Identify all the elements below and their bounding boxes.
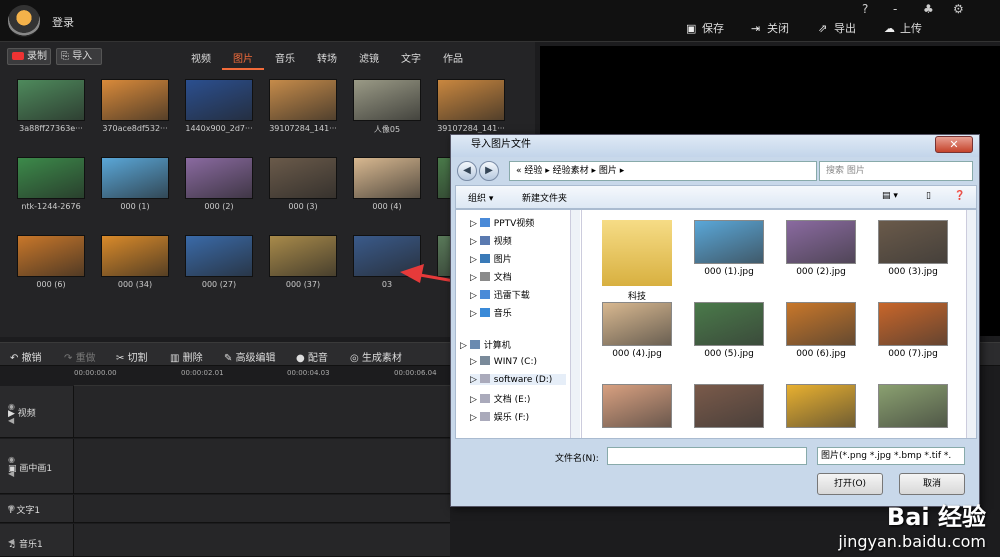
organize-button[interactable]: 组织 ▾: [468, 191, 493, 204]
tree-item-label: 计算机: [483, 341, 511, 351]
folder-item[interactable]: 科技: [592, 220, 682, 302]
file-thumbnail: [786, 302, 856, 346]
dialog-toolbar: 组织 ▾ 新建文件夹 ▤ ▾ ▯ ❓: [455, 185, 977, 209]
folder-icon: [602, 220, 672, 286]
file-item[interactable]: 000 (5).jpg: [684, 302, 774, 359]
file-name: 科技: [627, 292, 646, 302]
watermark: Bai 经验 jingyan.baidu.com: [838, 503, 986, 551]
file-item[interactable]: 000 (4).jpg: [592, 302, 682, 359]
file-thumbnail: [694, 384, 764, 428]
folder-icon: [479, 412, 490, 421]
tree-item[interactable]: ▷ PPTV视频: [470, 216, 534, 229]
files-scrollbar[interactable]: [966, 210, 976, 438]
new-folder-button[interactable]: 新建文件夹: [522, 191, 567, 204]
help-icon[interactable]: ❓: [954, 191, 965, 201]
file-item[interactable]: 000 (7).jpg: [868, 302, 958, 359]
folder-icon: [469, 340, 480, 349]
search-input[interactable]: 搜索 图片: [819, 161, 973, 181]
file-item[interactable]: 000 (3).jpg: [868, 220, 958, 277]
tree-item-label: 娱乐 (F:): [493, 413, 530, 423]
dialog-body: ▷ PPTV视频 ▷ 视频 ▷ 图片 ▷ 文档 ▷ 迅雷下载 ▷ 音乐 ▷ 计算机 ▷ WIN…: [455, 209, 977, 439]
file-thumbnail: [602, 384, 672, 428]
dialog-close-button[interactable]: ✕: [935, 136, 973, 153]
file-thumbnail: [694, 220, 764, 264]
file-name: 000 (4).jpg: [612, 349, 662, 359]
dialog-nav-row: ◀ ▶ « 经验 ▸ 经验素材 ▸ 图片 ▸ 搜索 图片: [455, 159, 977, 183]
folder-icon: [479, 236, 490, 245]
tree-item-label: WIN7 (C:): [493, 357, 538, 367]
cancel-button[interactable]: 取消: [899, 473, 965, 495]
file-thumbnail: [694, 302, 764, 346]
file-item[interactable]: 000 (1).jpg: [684, 220, 774, 277]
tree-item[interactable]: ▷ 音乐: [470, 306, 512, 319]
file-thumbnail: [878, 384, 948, 428]
view-icon[interactable]: ▤ ▾: [882, 191, 898, 201]
file-name: 000 (7).jpg: [888, 349, 938, 359]
dialog-title: 导入图片文件: [451, 135, 979, 157]
tree-item[interactable]: ▷ 视频: [470, 234, 512, 247]
tree-item-label: 文档 (E:): [493, 395, 531, 405]
address-bar[interactable]: « 经验 ▸ 经验素材 ▸ 图片 ▸: [509, 161, 817, 181]
filename-input[interactable]: [607, 447, 807, 465]
file-thumbnail: [602, 302, 672, 346]
file-item[interactable]: [684, 384, 774, 431]
folder-icon: [479, 394, 490, 403]
file-thumbnail: [786, 220, 856, 264]
file-name: 000 (5).jpg: [704, 349, 754, 359]
folder-icon: [479, 356, 490, 365]
open-button[interactable]: 打开(O): [817, 473, 883, 495]
file-thumbnail: [878, 220, 948, 264]
forward-icon[interactable]: ▶: [479, 161, 499, 181]
tree-item-label: 视频: [493, 237, 512, 247]
tree-item[interactable]: ▷ 计算机: [460, 338, 511, 351]
filename-label: 文件名(N):: [555, 454, 599, 464]
import-image-dialog: 导入图片文件 ✕ ◀ ▶ « 经验 ▸ 经验素材 ▸ 图片 ▸ 搜索 图片 组织…: [450, 134, 980, 507]
file-item[interactable]: [776, 384, 866, 431]
file-item[interactable]: 000 (6).jpg: [776, 302, 866, 359]
tree-item-label: software (D:): [493, 375, 553, 385]
folder-icon: [479, 290, 490, 299]
tree-item[interactable]: ▷ WIN7 (C:): [470, 356, 537, 367]
folder-icon: [479, 308, 490, 317]
folder-icon: [479, 272, 490, 281]
file-item[interactable]: [592, 384, 682, 431]
file-thumbnail: [786, 384, 856, 428]
tree-item[interactable]: ▷ 文档 (E:): [470, 392, 530, 405]
file-name: 000 (6).jpg: [796, 349, 846, 359]
file-item[interactable]: 000 (2).jpg: [776, 220, 866, 277]
tree-item-label: 迅雷下载: [493, 291, 530, 301]
file-name: 000 (2).jpg: [796, 267, 846, 277]
tree-item-label: 文档: [493, 273, 512, 283]
folder-icon: [479, 374, 490, 383]
tree-item-label: PPTV视频: [493, 219, 535, 229]
tree-scrollbar[interactable]: [570, 210, 580, 438]
tree-item-label: 音乐: [493, 309, 512, 319]
folder-tree: ▷ PPTV视频 ▷ 视频 ▷ 图片 ▷ 文档 ▷ 迅雷下载 ▷ 音乐 ▷ 计算机 ▷ WIN…: [456, 210, 582, 438]
dialog-footer: 文件名(N): 图片(*.png *.jpg *.bmp *.tif *. 打开…: [455, 441, 977, 505]
tree-item-label: 图片: [493, 255, 512, 265]
file-name: 000 (3).jpg: [888, 267, 938, 277]
tree-item[interactable]: ▷ 娱乐 (F:): [470, 410, 529, 423]
tree-item[interactable]: ▷ 文档: [470, 270, 512, 283]
file-name: 000 (1).jpg: [704, 267, 754, 277]
file-list: 科技 000 (1).jpg 000 (2).jpg 000 (3).jpg 000 (…: [592, 210, 968, 438]
folder-icon: [479, 254, 490, 263]
file-thumbnail: [878, 302, 948, 346]
folder-icon: [479, 218, 490, 227]
preview-pane-icon[interactable]: ▯: [926, 191, 931, 201]
filetype-select[interactable]: 图片(*.png *.jpg *.bmp *.tif *.: [817, 447, 965, 465]
tree-item[interactable]: ▷ 图片: [470, 252, 512, 265]
file-item[interactable]: [868, 384, 958, 431]
back-icon[interactable]: ◀: [457, 161, 477, 181]
tree-item[interactable]: ▷ software (D:): [470, 374, 566, 385]
tree-item[interactable]: ▷ 迅雷下载: [470, 288, 530, 301]
